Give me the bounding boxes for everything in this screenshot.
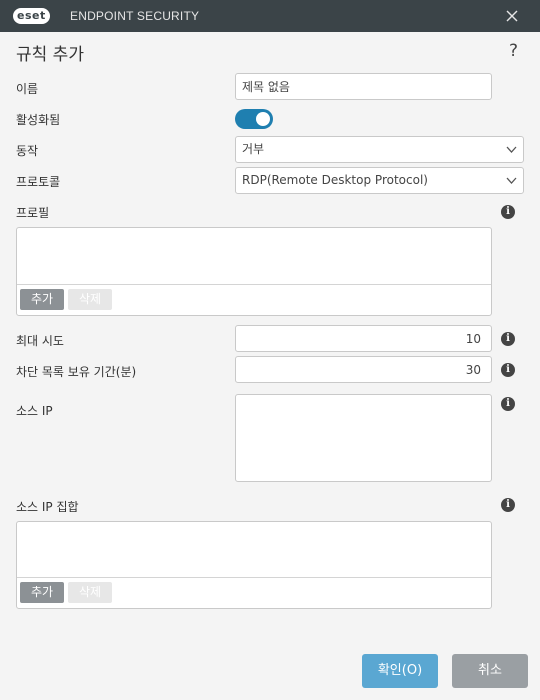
toggle-knob <box>256 112 270 126</box>
blocklist-retention-box <box>235 356 492 383</box>
profile-add-button[interactable]: 추가 <box>20 289 64 310</box>
enabled-label: 활성화됨 <box>16 113 61 127</box>
help-button[interactable]: ? <box>509 41 518 61</box>
eset-logo: eset <box>13 8 50 24</box>
chevron-down-icon <box>506 177 517 184</box>
cancel-button[interactable]: 취소 <box>452 654 528 688</box>
ok-button[interactable]: 확인(O) <box>362 654 438 688</box>
protocol-selected-value: RDP(Remote Desktop Protocol) <box>242 173 428 187</box>
chevron-down-icon <box>506 146 517 153</box>
source-ip-textarea[interactable] <box>235 394 492 482</box>
name-input[interactable] <box>236 74 491 99</box>
source-ip-set-add-button[interactable]: 추가 <box>20 582 64 603</box>
dialog-title: 규칙 추가 <box>16 45 84 65</box>
profile-delete-button: 삭제 <box>68 289 112 310</box>
blocklist-retention-input[interactable] <box>236 357 491 382</box>
blocklist-retention-info-icon[interactable]: i <box>501 363 515 377</box>
profile-list[interactable]: 추가 삭제 <box>16 227 492 316</box>
action-selected-value: 거부 <box>242 142 265 156</box>
profile-info-icon[interactable]: i <box>501 205 515 219</box>
enabled-toggle[interactable] <box>235 109 273 129</box>
close-button[interactable] <box>504 8 520 24</box>
protocol-select[interactable]: RDP(Remote Desktop Protocol) <box>235 167 524 194</box>
profile-label: 프로필 <box>16 206 50 220</box>
source-ip-info-icon[interactable]: i <box>501 397 515 411</box>
max-attempts-input[interactable] <box>236 326 491 351</box>
profile-list-toolbar: 추가 삭제 <box>17 284 491 315</box>
max-attempts-label: 최대 시도 <box>16 334 64 348</box>
action-label: 동작 <box>16 144 39 158</box>
blocklist-retention-label: 차단 목록 보유 기간(분) <box>16 365 137 379</box>
source-ip-set-label: 소스 IP 집합 <box>16 500 79 514</box>
source-ip-set-delete-button: 삭제 <box>68 582 112 603</box>
name-label: 이름 <box>16 82 39 96</box>
title-bar: eset ENDPOINT SECURITY <box>0 0 540 32</box>
source-ip-label: 소스 IP <box>16 404 53 418</box>
protocol-label: 프로토콜 <box>16 175 61 189</box>
close-icon <box>506 10 518 22</box>
source-ip-set-list[interactable]: 추가 삭제 <box>16 521 492 609</box>
action-select[interactable]: 거부 <box>235 136 524 163</box>
source-ip-set-info-icon[interactable]: i <box>501 498 515 512</box>
logo-text: eset <box>13 8 50 24</box>
product-name: ENDPOINT SECURITY <box>70 9 200 23</box>
max-attempts-box <box>235 325 492 352</box>
name-field-box <box>235 73 492 100</box>
max-attempts-info-icon[interactable]: i <box>501 332 515 346</box>
source-ip-set-toolbar: 추가 삭제 <box>17 577 491 608</box>
